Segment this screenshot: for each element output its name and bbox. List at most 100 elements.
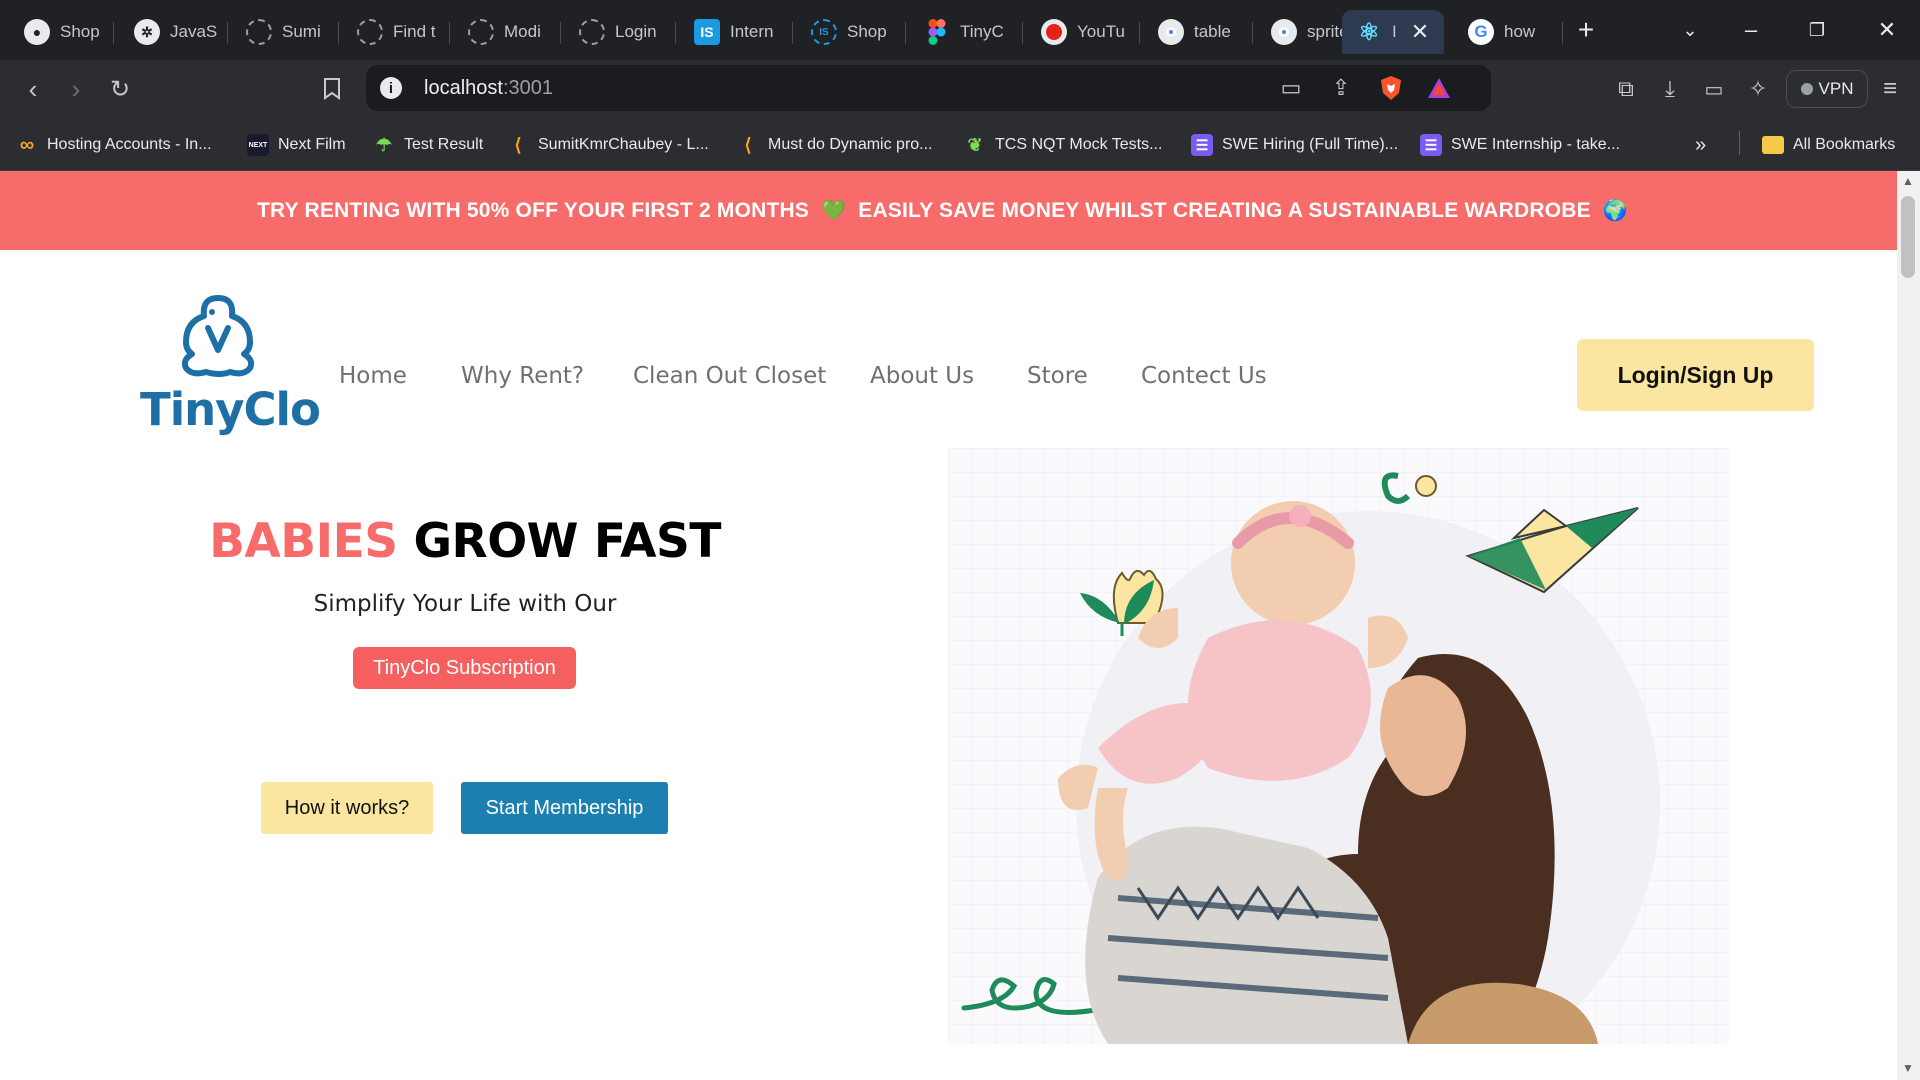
tab-divider	[113, 22, 114, 44]
site-info-icon[interactable]: i	[380, 77, 402, 99]
url-port: :3001	[502, 77, 553, 99]
tab-title: TinyC	[960, 22, 1004, 41]
nextfilm-icon: NEXT	[247, 134, 269, 156]
extensions-icon[interactable]: ⧉	[1606, 70, 1646, 108]
scroll-up-icon[interactable]: ▲	[1900, 173, 1916, 189]
browser-tab[interactable]: table	[1142, 10, 1248, 54]
nav-about-us[interactable]: About Us	[870, 363, 974, 389]
tab-divider	[905, 22, 906, 44]
browser-tab[interactable]: Sumi	[230, 10, 334, 54]
cast-icon[interactable]: ▭	[1276, 73, 1306, 103]
browser-tab[interactable]: ● Shop	[8, 10, 108, 54]
bookmark-item[interactable]: NEXT Next Film	[247, 131, 346, 159]
forward-icon[interactable]: ›	[56, 70, 96, 108]
brave-rewards-icon[interactable]	[1424, 73, 1454, 103]
browser-tab[interactable]: IS Shop	[795, 10, 901, 54]
tab-title: how	[1504, 22, 1536, 41]
tab-divider	[1252, 22, 1253, 44]
scrollbar-thumb[interactable]	[1901, 196, 1915, 278]
page-scrollbar[interactable]	[1897, 171, 1920, 1080]
start-membership-button[interactable]: Start Membership	[461, 782, 668, 834]
leaf-icon: ❦	[967, 134, 983, 155]
tab-title: Sumi	[282, 22, 321, 41]
nav-home[interactable]: Home	[339, 363, 407, 389]
url-text[interactable]: localhost:3001	[424, 77, 553, 100]
browser-tab[interactable]: Login	[563, 10, 671, 54]
browser-tab[interactable]: IS Intern	[678, 10, 788, 54]
bookmark-label: SWE Hiring (Full Time)...	[1222, 136, 1399, 153]
browser-tab[interactable]: ✲ JavaS	[118, 10, 222, 54]
bookmark-label: Test Result	[404, 136, 484, 153]
leo-ai-icon[interactable]: ✧	[1738, 70, 1778, 108]
figma-icon	[924, 19, 950, 45]
tab-divider	[449, 22, 450, 44]
youtube-icon	[1041, 19, 1067, 45]
brave-shield-icon[interactable]	[1376, 73, 1406, 103]
folder-icon	[1762, 136, 1784, 154]
mushroom-icon: ☂	[375, 134, 393, 155]
nav-contact-us[interactable]: Contect Us	[1141, 363, 1267, 389]
chevron-down-icon[interactable]: ⌄	[1670, 12, 1710, 48]
tab-divider	[560, 22, 561, 44]
wallet-icon[interactable]: ▭	[1694, 70, 1734, 108]
browser-tab[interactable]: G how	[1452, 10, 1562, 54]
login-signup-button[interactable]: Login/Sign Up	[1577, 339, 1814, 411]
address-bar[interactable]: i localhost:3001 ▭ ⇪	[366, 65, 1491, 111]
github-icon: ●	[24, 19, 50, 45]
react-icon: ⚛	[1358, 18, 1380, 46]
bookmark-item[interactable]: ❦ TCS NQT Mock Tests...	[964, 131, 1162, 159]
tab-title: Login	[615, 22, 657, 41]
bookmark-label: TCS NQT Mock Tests...	[995, 136, 1163, 153]
restore-icon[interactable]: ❐	[1797, 12, 1837, 48]
how-it-works-button[interactable]: How it works?	[261, 782, 433, 834]
reload-icon[interactable]: ↻	[100, 70, 140, 108]
loading-icon	[468, 19, 494, 45]
subscription-button[interactable]: TinyClo Subscription	[353, 647, 576, 689]
menu-icon[interactable]: ≡	[1870, 70, 1910, 108]
tab-divider	[1139, 22, 1140, 44]
openai-icon: ✲	[134, 19, 160, 45]
all-bookmarks-button[interactable]: All Bookmarks	[1762, 131, 1895, 159]
hero-title: BABIES GROW FAST	[0, 514, 930, 569]
minimize-icon[interactable]: –	[1731, 12, 1771, 48]
tab-title: Shop	[847, 22, 887, 41]
bookmark-item[interactable]: ☰ SWE Internship - take...	[1420, 131, 1620, 159]
green-heart-icon: 💚	[821, 200, 847, 222]
bookmarks-bar: ∞ Hosting Accounts - In... NEXT Next Fil…	[0, 117, 1920, 171]
tab-close-icon[interactable]: ✕	[1411, 19, 1429, 45]
download-icon[interactable]: ⤓	[1650, 70, 1690, 108]
back-icon[interactable]: ‹	[13, 70, 53, 108]
bookmark-item[interactable]: ☰ SWE Hiring (Full Time)...	[1191, 131, 1398, 159]
browser-tab[interactable]: Modi	[452, 10, 556, 54]
browser-tab-active[interactable]: ⚛ I ✕	[1342, 10, 1444, 54]
bookmark-item[interactable]: ☂ Test Result	[373, 131, 483, 159]
loading-icon	[246, 19, 272, 45]
browser-tab[interactable]: YouTu	[1025, 10, 1135, 54]
bookmarks-divider	[1739, 131, 1740, 155]
tab-title: I	[1392, 22, 1397, 41]
page-viewport: TRY RENTING WITH 50% OFF YOUR FIRST 2 MO…	[0, 171, 1897, 1080]
share-icon[interactable]: ⇪	[1326, 73, 1356, 103]
bookmark-icon[interactable]	[312, 70, 352, 108]
bookmark-item[interactable]: ∞ Hosting Accounts - In...	[16, 131, 212, 159]
nav-clean-out-closet[interactable]: Clean Out Closet	[633, 363, 826, 389]
new-tab-icon[interactable]: +	[1566, 12, 1606, 48]
hero-title-accent: BABIES	[209, 514, 398, 569]
list-icon: ☰	[1191, 134, 1213, 156]
tab-divider	[1562, 22, 1563, 44]
browser-tab[interactable]: Find t	[341, 10, 445, 54]
scroll-down-icon[interactable]: ▼	[1900, 1060, 1916, 1076]
logo-text[interactable]: TinyClo	[140, 383, 321, 436]
vpn-button[interactable]: VPN	[1786, 70, 1868, 108]
nav-store[interactable]: Store	[1027, 363, 1088, 389]
vpn-label: VPN	[1818, 79, 1854, 98]
bookmark-item[interactable]: ⟨ SumitKmrChaubey - L...	[507, 131, 708, 159]
bookmark-item[interactable]: ⟨ Must do Dynamic pro...	[737, 131, 932, 159]
browser-tab[interactable]: TinyC	[908, 10, 1018, 54]
url-host: localhost	[424, 77, 503, 99]
bookmark-label: Next Film	[278, 136, 346, 153]
hero-subtitle: Simplify Your Life with Our	[313, 591, 617, 617]
close-window-icon[interactable]: ✕	[1867, 12, 1907, 48]
nav-why-rent[interactable]: Why Rent?	[461, 363, 584, 389]
bookmarks-overflow-button[interactable]: »	[1695, 131, 1706, 159]
